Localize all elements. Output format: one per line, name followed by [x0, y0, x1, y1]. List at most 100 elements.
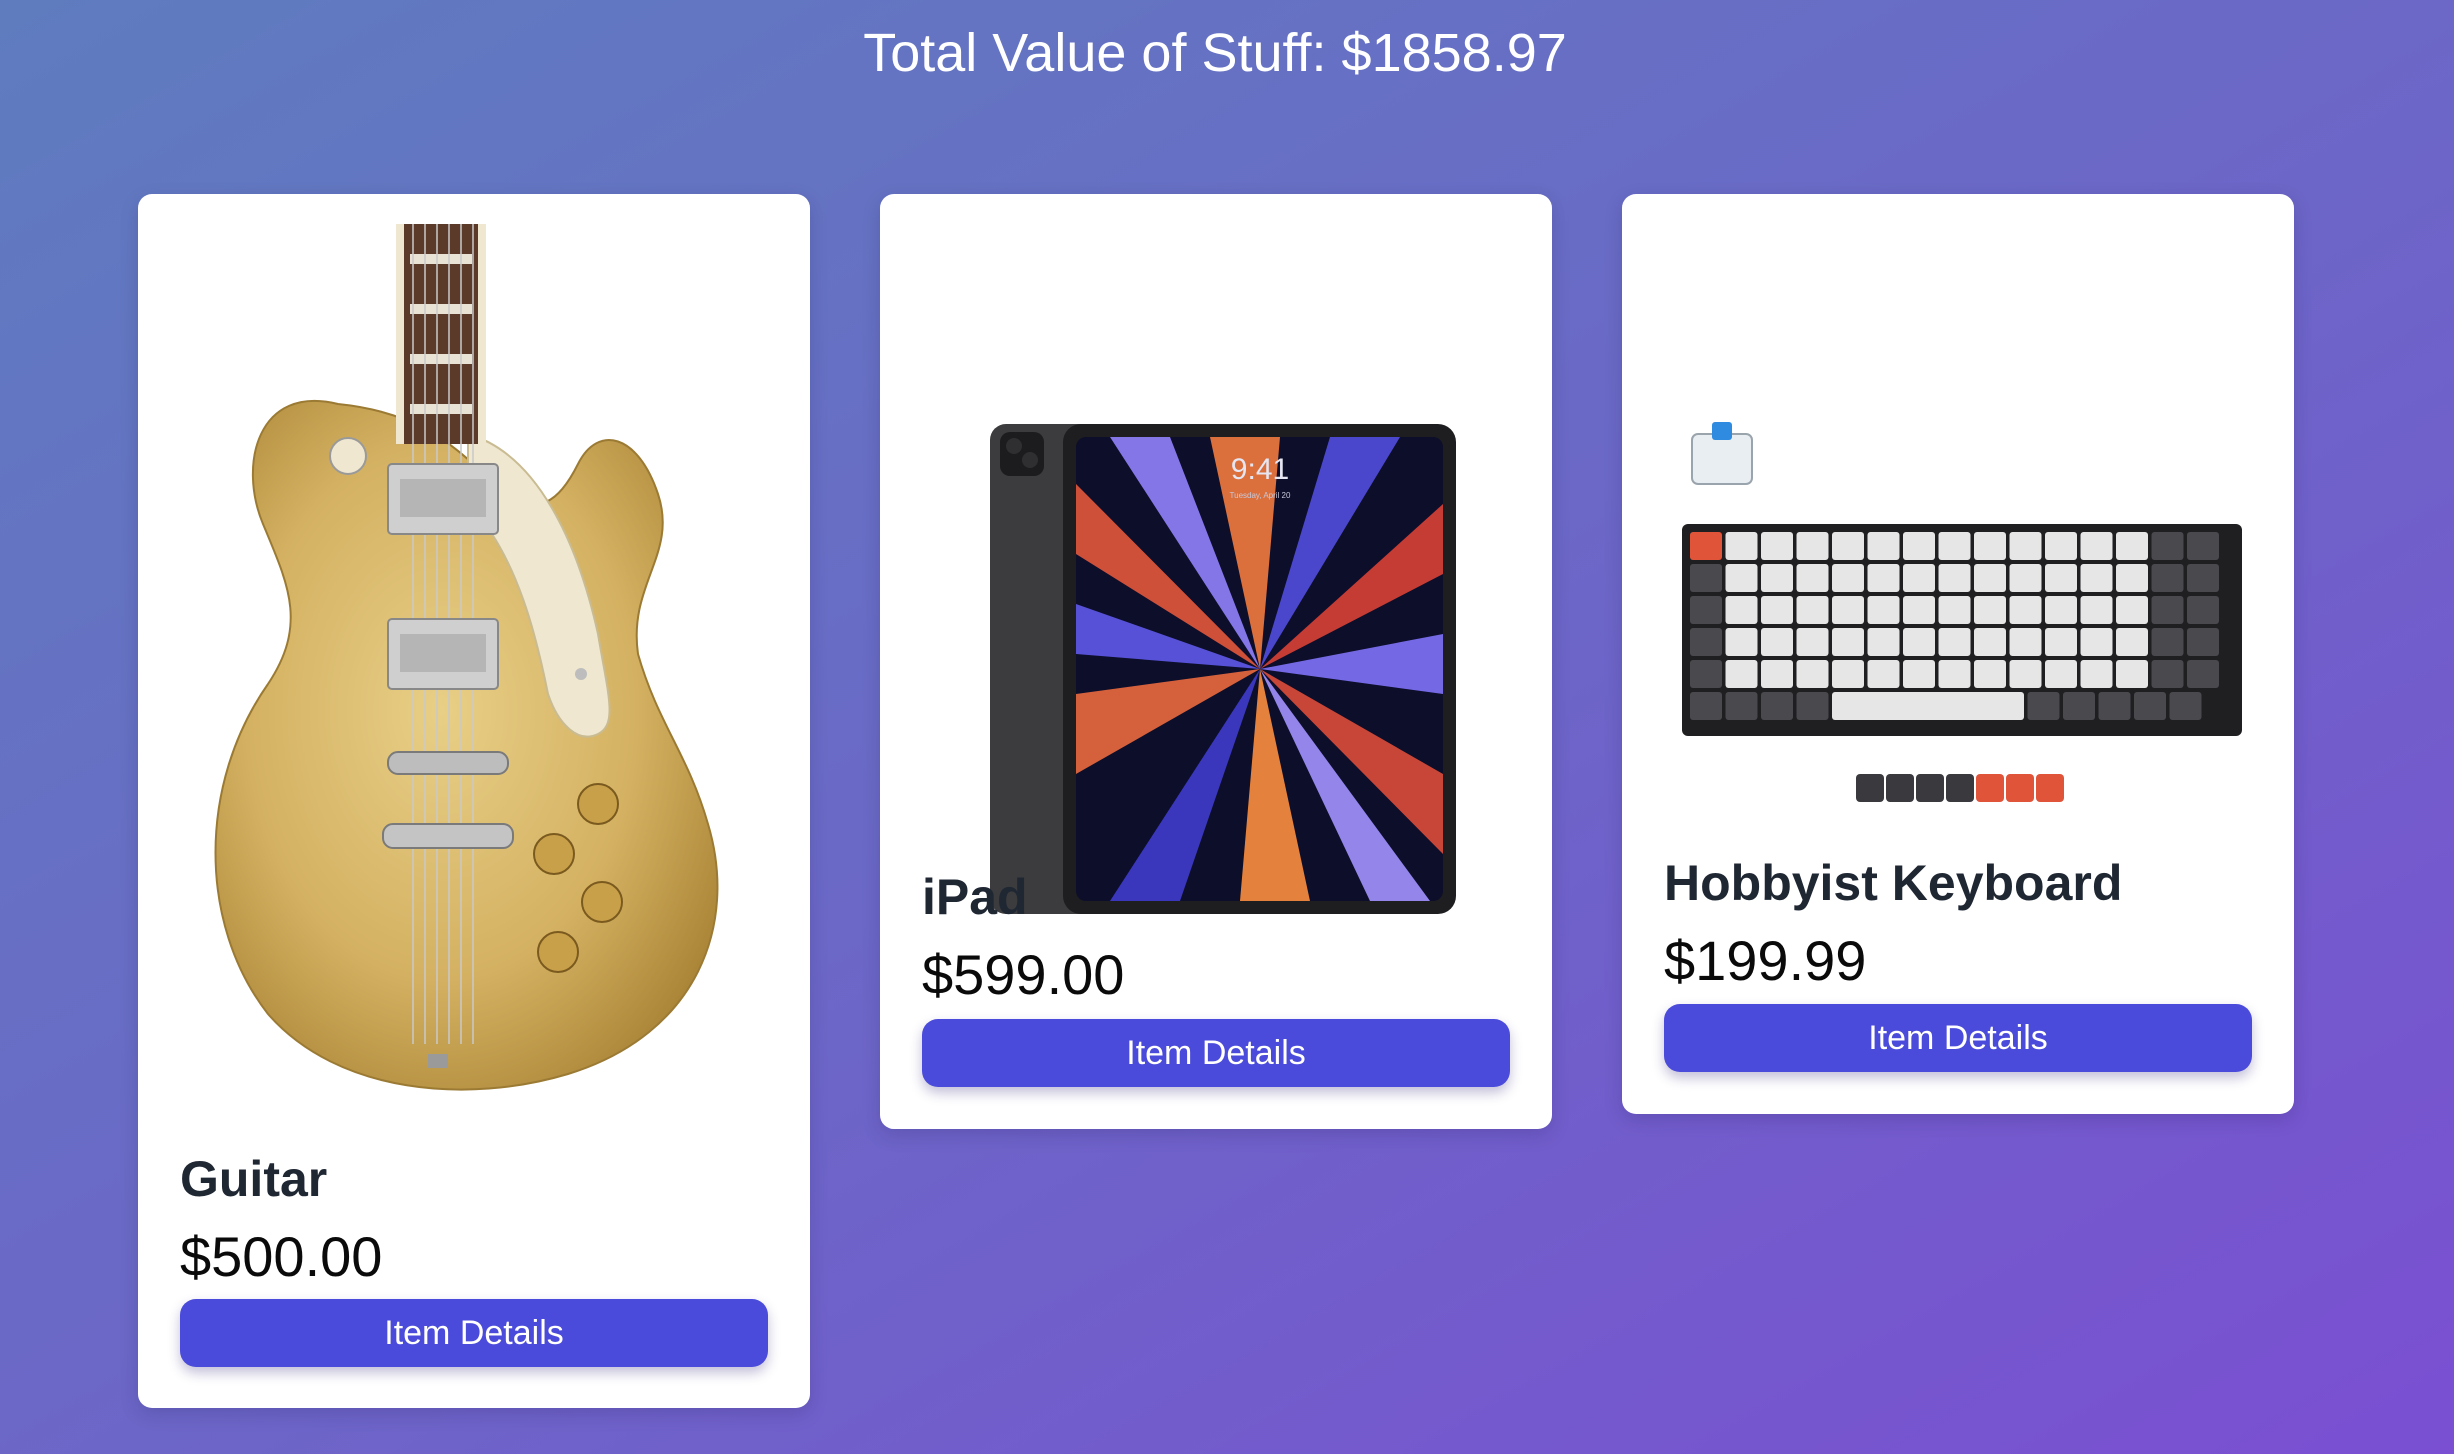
keycap: [1690, 564, 1722, 592]
keycap: [1725, 564, 1758, 592]
item-name: iPad: [922, 869, 1028, 925]
keycap: [1796, 596, 1829, 624]
keycap: [1725, 660, 1758, 688]
keycap: [1796, 628, 1829, 656]
keycap: [2009, 532, 2042, 560]
keycap: [1725, 596, 1758, 624]
keycap: [1761, 532, 1793, 560]
keycap: [2009, 660, 2042, 688]
keycap: [1796, 564, 1829, 592]
item-details-button[interactable]: Item Details: [922, 1019, 1510, 1087]
keycap: [1725, 692, 1758, 720]
keycap: [1761, 596, 1793, 624]
keycap: [1867, 660, 1900, 688]
item-price: $199.99: [1664, 929, 1867, 992]
keycap: [1938, 596, 1971, 624]
keycap: [1690, 628, 1722, 656]
keycap: [2045, 564, 2077, 592]
spare-keycaps: [1856, 774, 2064, 802]
keycap: [1938, 660, 1971, 688]
keycap: [1761, 628, 1793, 656]
keycap: [1867, 628, 1900, 656]
keycap: [1725, 532, 1758, 560]
keycap: [1832, 628, 1864, 656]
keycap: [1867, 564, 1900, 592]
keycap: [1725, 628, 1758, 656]
keycap: [2080, 532, 2113, 560]
keycap: [1903, 596, 1935, 624]
item-card-keyboard: Hobbyist Keyboard $199.99 Item Details: [1622, 194, 2294, 1114]
item-name: Hobbyist Keyboard: [1664, 855, 2123, 911]
keycap: [2151, 660, 2184, 688]
keycap: [1796, 692, 1829, 720]
keycap: [1761, 564, 1793, 592]
keycap: [2187, 628, 2219, 656]
keycap: [1938, 564, 1971, 592]
keycap: [2187, 660, 2219, 688]
keycap: [2116, 628, 2148, 656]
item-card-guitar: Guitar $500.00 Item Details: [138, 194, 810, 1408]
keycap: [2009, 628, 2042, 656]
item-name: Guitar: [180, 1151, 328, 1207]
keycap: [2080, 596, 2113, 624]
keycap: [1903, 564, 1935, 592]
item-details-button[interactable]: Item Details: [1664, 1004, 2252, 1072]
keycap: [1938, 628, 1971, 656]
keycap: [2045, 532, 2077, 560]
keycap: [2098, 692, 2131, 720]
keycap: [1832, 532, 1864, 560]
keycap: [2169, 692, 2202, 720]
keycap: [2045, 660, 2077, 688]
keycap: [2187, 564, 2219, 592]
keycap: [1690, 660, 1722, 688]
keycap: [1832, 660, 1864, 688]
keycap: [1974, 596, 2006, 624]
item-price: $599.00: [922, 943, 1125, 1006]
keycap: [2151, 628, 2184, 656]
keycap: [2151, 532, 2184, 560]
keycap: [1796, 532, 1829, 560]
keycap: [2134, 692, 2166, 720]
item-details-button[interactable]: Item Details: [180, 1299, 768, 1367]
keycap: [2080, 660, 2113, 688]
ipad-screen-time: 9:41: [1231, 453, 1289, 486]
keycap: [2027, 692, 2060, 720]
keycap: [2151, 564, 2184, 592]
keycap: [1796, 660, 1829, 688]
keycap: [1903, 532, 1935, 560]
keycap: [1867, 596, 1900, 624]
keycap: [1832, 564, 1864, 592]
guitar-image: [214, 224, 719, 1091]
keycap: [1690, 596, 1722, 624]
item-card-ipad: 9:41 Tuesday, April 20 iPad $599.00 Item…: [880, 194, 1552, 1129]
keycap: [1974, 660, 2006, 688]
keycap: [2187, 532, 2219, 560]
keycap: [1938, 532, 1971, 560]
keycap: [1690, 692, 1722, 720]
keycap: [2009, 564, 2042, 592]
ipad-screen-date: Tuesday, April 20: [1230, 491, 1291, 500]
keycap: [2063, 692, 2095, 720]
keyboard-switch-icon: [1691, 422, 1753, 485]
keycap: [2116, 532, 2148, 560]
keycap: [2187, 596, 2219, 624]
keycap: [2116, 564, 2148, 592]
keycap: [2080, 628, 2113, 656]
keycap: [2045, 596, 2077, 624]
keycap: [1903, 628, 1935, 656]
keycap: [1761, 692, 1793, 720]
keyboard-image: [1682, 422, 2242, 802]
keycap: [1903, 660, 1935, 688]
keycap: [1761, 660, 1793, 688]
total-value-title: Total Value of Stuff: $1858.97: [863, 23, 1567, 83]
keycap: [2116, 596, 2148, 624]
keycap: [2116, 660, 2148, 688]
keycap: [1867, 532, 1900, 560]
keycap: [1690, 532, 1722, 560]
keycap: [2151, 596, 2184, 624]
keycap: [1974, 628, 2006, 656]
keycap: [1832, 596, 1864, 624]
keycap: [2045, 628, 2077, 656]
keycap: [2080, 564, 2113, 592]
keycap: [1832, 692, 2024, 720]
